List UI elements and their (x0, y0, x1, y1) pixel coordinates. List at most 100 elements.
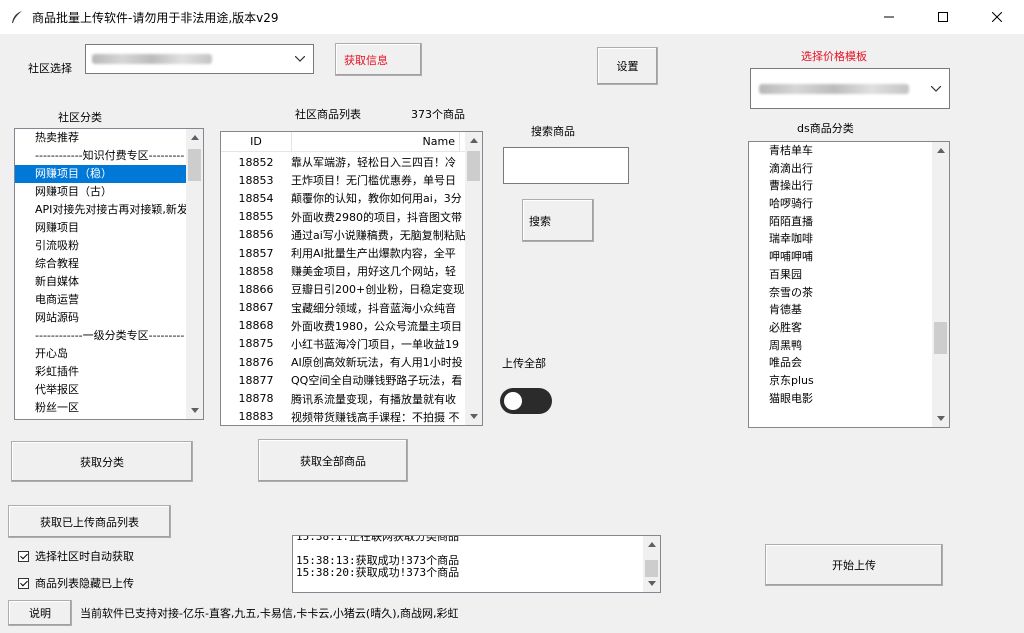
product-name-cell: 赚美金项目，用好这几个网站，轻 (291, 265, 456, 279)
scroll-up-icon[interactable] (932, 142, 949, 159)
community-combobox[interactable] (85, 44, 314, 74)
table-row[interactable]: 18875 小红书蓝海冷门项目，一单收益19 (221, 335, 467, 353)
ds-category-item[interactable]: 猫眼电影 (749, 390, 949, 408)
fetch-info-button[interactable]: 获取信息 (335, 43, 422, 76)
price-template-value-blurred (759, 83, 909, 94)
ds-category-item[interactable]: 京东plus (749, 372, 949, 390)
ds-category-item[interactable]: 唯品会 (749, 354, 949, 372)
upload-all-toggle[interactable] (500, 388, 552, 414)
category-item[interactable]: 彩虹插件 (15, 363, 203, 381)
ds-category-item[interactable]: 青桔单车 (749, 142, 949, 160)
scroll-down-icon[interactable] (643, 575, 660, 592)
chevron-down-icon (931, 85, 941, 92)
table-row[interactable]: 18854 颠覆你的认知，教你如何用ai，3分 (221, 189, 467, 207)
category-item[interactable]: 代举报区 (15, 381, 203, 399)
hide-uploaded-checkbox[interactable]: 商品列表隐藏已上传 (18, 575, 134, 591)
minimize-button[interactable] (866, 0, 912, 34)
table-row[interactable]: 18852 靠从军端游，轻松日入三四百！冷 (221, 153, 467, 171)
checkbox-checked-icon[interactable] (18, 550, 29, 562)
product-count: 373个商品 (411, 108, 465, 121)
column-header-name[interactable]: Name (291, 132, 459, 152)
product-scrollbar[interactable] (465, 132, 482, 425)
ds-category-item[interactable]: 哈啰骑行 (749, 195, 949, 213)
category-item[interactable]: ------------一级分类专区--------- (15, 327, 203, 345)
ds-category-scrollbar[interactable] (932, 142, 949, 427)
category-item[interactable]: 开心岛 (15, 345, 203, 363)
log-scrollbar[interactable] (643, 536, 660, 592)
scroll-down-icon[interactable] (186, 402, 203, 419)
log-output[interactable]: 15:38:1:正在联网获取分类商品 15:38:13:获取成功!373个商品 15… (292, 535, 661, 593)
table-row[interactable]: 18853 王炸项目！无门槛优惠券，单号日 (221, 171, 467, 189)
category-item[interactable]: 电商运营 (15, 291, 203, 309)
product-id-cell: 18876 (238, 355, 274, 369)
category-scrollbar[interactable] (186, 129, 203, 419)
start-upload-button[interactable]: 开始上传 (765, 544, 943, 586)
scroll-down-icon[interactable] (932, 410, 949, 427)
fetch-uploaded-list-button[interactable]: 获取已上传商品列表 (8, 505, 171, 538)
auto-fetch-checkbox[interactable]: 选择社区时自动获取 (18, 548, 134, 564)
table-row[interactable]: 18877 QQ空间全自动赚钱野路子玩法，看 (221, 371, 467, 389)
category-item[interactable]: 网赚项目 (15, 219, 203, 237)
table-row[interactable]: 18876 AI原创高效新玩法，有人用1小时投 (221, 353, 467, 371)
product-id-cell: 18878 (238, 392, 274, 406)
table-row[interactable]: 18858 赚美金项目，用好这几个网站，轻 (221, 262, 467, 280)
maximize-button[interactable] (920, 0, 966, 34)
log-line: 15:38:1:正在联网获取分类商品 (296, 535, 459, 543)
category-item[interactable]: 粉丝一区 (15, 399, 203, 417)
category-item[interactable]: 网赚项目（古） (15, 183, 203, 201)
ds-category-item[interactable]: 奈雪の茶 (749, 284, 949, 302)
scroll-thumb[interactable] (188, 149, 201, 181)
ds-category-item[interactable]: 百果园 (749, 266, 949, 284)
ds-category-item[interactable]: 必胜客 (749, 319, 949, 337)
product-id-cell: 18854 (238, 191, 274, 205)
product-id-cell: 18853 (238, 173, 274, 187)
ds-category-item[interactable]: 陌陌直播 (749, 213, 949, 231)
category-item[interactable]: 网赚项目（稳） (15, 165, 203, 183)
table-row[interactable]: 18855 外面收费2980的项目，抖音图文带 (221, 208, 467, 226)
category-item[interactable]: ------------知识付费专区--------- (15, 147, 203, 165)
category-listbox[interactable]: 热卖推荐 ------------知识付费专区--------- 网赚项目（稳） 网赚… (14, 128, 204, 420)
table-row[interactable]: 18868 外面收费1980，公众号流量主项目 (221, 317, 467, 335)
ds-category-listbox[interactable]: 青桔单车 滴滴出行 曹操出行 哈啰骑行 陌陌直播 瑞幸咖啡 呷哺呷哺 百果园 奈雪の茶 肯德基 必胜… (748, 141, 950, 428)
product-id-cell: 18856 (238, 228, 274, 242)
category-item[interactable]: 新自媒体 (15, 273, 203, 291)
ds-category-item[interactable]: 肯德基 (749, 301, 949, 319)
search-button[interactable]: 搜索 (522, 199, 594, 242)
price-template-combobox[interactable] (750, 68, 950, 109)
close-button[interactable] (974, 0, 1020, 34)
ds-category-item[interactable]: 曹操出行 (749, 177, 949, 195)
category-item[interactable]: API对接先对接古再对接颖,新发 (15, 201, 203, 219)
column-header-id[interactable]: ID (221, 132, 291, 152)
settings-button[interactable]: 设置 (597, 47, 658, 85)
table-row[interactable]: 18883 视频带货赚钱高手课程：不拍摄 不 (221, 408, 467, 425)
category-item[interactable]: 引流吸粉 (15, 237, 203, 255)
fetch-all-products-button[interactable]: 获取全部商品 (258, 439, 408, 482)
checkbox-checked-icon[interactable] (18, 577, 29, 589)
search-input[interactable] (503, 147, 629, 184)
scroll-thumb[interactable] (934, 322, 947, 354)
help-button[interactable]: 说明 (8, 600, 72, 626)
category-item[interactable]: 热卖推荐 (15, 129, 203, 147)
ds-category-item[interactable]: 瑞幸咖啡 (749, 230, 949, 248)
product-id-cell: 18867 (238, 301, 274, 315)
scroll-down-icon[interactable] (465, 408, 482, 425)
scroll-thumb[interactable] (467, 151, 480, 181)
category-item[interactable]: 网站源码 (15, 309, 203, 327)
ds-category-item[interactable]: 周黑鸭 (749, 337, 949, 355)
fetch-categories-button[interactable]: 获取分类 (11, 441, 193, 482)
title-bar: 商品批量上传软件-请勿用于非法用途,版本v29 (0, 0, 1024, 34)
table-row[interactable]: 18878 腾讯系流量变现，有播放量就有收 (221, 389, 467, 407)
community-select-label: 社区选择 (28, 62, 72, 75)
table-row[interactable]: 18867 宝藏细分领域，抖音蓝海小众纯音 (221, 299, 467, 317)
ds-category-item[interactable]: 滴滴出行 (749, 160, 949, 178)
category-item[interactable]: 综合教程 (15, 255, 203, 273)
scroll-up-icon[interactable] (465, 132, 482, 149)
scroll-up-icon[interactable] (643, 536, 660, 553)
scroll-up-icon[interactable] (186, 129, 203, 146)
product-table[interactable]: ID Name 18852 靠从军端游，轻松日入三四百！冷 18853 王炸项目！无门… (220, 131, 483, 426)
ds-category-item[interactable]: 呷哺呷哺 (749, 248, 949, 266)
table-row[interactable]: 18866 豆瓣日引200+创业粉，日稳定变现 (221, 280, 467, 298)
product-name-cell: 王炸项目！无门槛优惠券，单号日 (291, 174, 456, 188)
table-row[interactable]: 18856 通过ai写小说赚稿费，无脑复制粘贴 (221, 226, 467, 244)
table-row[interactable]: 18857 利用AI批量生产出爆款内容，全平 (221, 244, 467, 262)
